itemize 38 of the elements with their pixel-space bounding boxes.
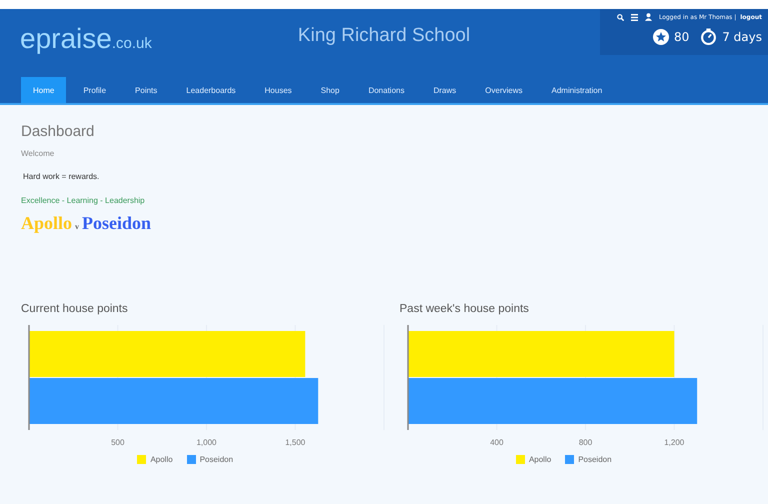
nav-tab[interactable]: Home [21,77,66,103]
nav-tab[interactable]: Points [123,77,170,103]
axis-tick-label: 1,200 [664,438,684,447]
logo[interactable]: epraise.co.uk [20,23,152,55]
points-count: 80 [674,30,690,44]
nav-tab[interactable]: Leaderboards [174,77,248,103]
house-name: Poseidon [82,213,152,234]
page-title: Dashboard [21,123,96,140]
menu-icon[interactable] [630,14,638,20]
nav-tab[interactable]: Overviews [473,77,534,103]
nav-tab[interactable]: Houses [252,77,304,103]
welcome-text: Welcome [21,149,56,158]
axis-tick-label: 500 [111,438,124,447]
legend-label: Poseidon [200,455,234,464]
search-icon[interactable] [616,14,624,20]
user-icon [644,13,652,21]
school-name: King Richard School [296,25,472,47]
nav-tab[interactable]: Draws [421,77,468,103]
legend-label: Poseidon [578,455,612,464]
axis-tick-label: 400 [490,438,503,447]
streak-days: 7 days [722,30,762,44]
chart-title: Current house points [21,303,129,315]
legend-label: Apollo [528,455,552,464]
nav-tab[interactable]: Shop [308,77,352,103]
legend-label: Apollo [150,455,173,464]
star-badge-icon [652,28,669,44]
nav-tab[interactable]: Profile [71,77,118,103]
house-name: Apollo [21,213,72,234]
axis-tick-label: 1,000 [196,438,217,447]
nav-tab[interactable]: Administration [540,77,614,103]
versus-text: v [75,222,80,231]
nav-tab[interactable]: Donations [356,77,416,103]
chart-title: Past week's house points [400,303,530,315]
message-text: Hard work = rewards. [22,172,100,181]
axis-tick-label: 1,500 [285,438,306,447]
stopwatch-icon [700,28,718,45]
axis-tick-label: 800 [578,438,592,447]
motto-text: Excellence - Learning - Leadership [21,196,146,205]
